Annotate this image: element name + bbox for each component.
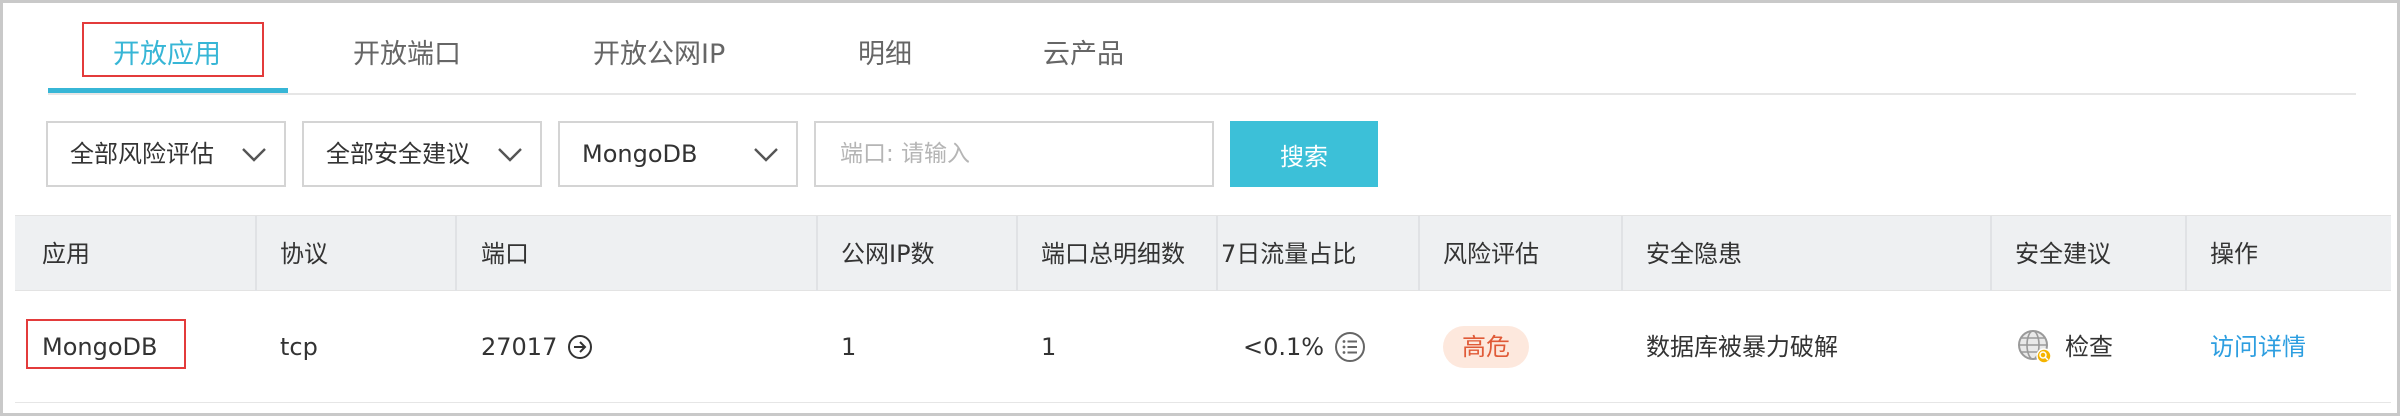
col-divider bbox=[1016, 216, 1018, 292]
tab-open-apps[interactable]: 开放应用 bbox=[113, 33, 221, 77]
cell-public-ip-count: 1 bbox=[841, 333, 857, 361]
col-hazard: 安全隐患 bbox=[1646, 240, 1742, 268]
tab-open-ports[interactable]: 开放端口 bbox=[353, 33, 461, 77]
tab-cloud-products[interactable]: 云产品 bbox=[1043, 33, 1124, 77]
col-divider bbox=[1216, 216, 1218, 292]
col-port: 端口 bbox=[481, 240, 529, 268]
cell-advice[interactable]: 检查 bbox=[2015, 291, 2113, 403]
col-protocol: 协议 bbox=[280, 240, 328, 268]
cell-hazard: 数据库被暴力破解 bbox=[1646, 333, 1838, 361]
col-app: 应用 bbox=[42, 240, 90, 268]
risk-badge-high: 高危 bbox=[1443, 326, 1529, 368]
col-divider bbox=[2185, 216, 2187, 292]
tab-open-public-ip[interactable]: 开放公网IP bbox=[593, 33, 725, 77]
cell-app: MongoDB bbox=[42, 333, 158, 361]
cell-port: 27017 bbox=[481, 291, 593, 403]
cell-advice-label: 检查 bbox=[2065, 333, 2113, 361]
col-divider bbox=[816, 216, 818, 292]
view-details-link[interactable]: 访问详情 bbox=[2210, 291, 2306, 403]
active-tab-indicator bbox=[48, 88, 288, 93]
list-detail-icon[interactable] bbox=[1334, 331, 1366, 363]
chevron-down-icon bbox=[498, 148, 522, 162]
panel-frame: 开放应用 开放端口 开放公网IP 明细 云产品 全部风险评估 全部安全建议 Mo… bbox=[0, 0, 2400, 416]
risk-eval-value: 全部风险评估 bbox=[70, 140, 214, 168]
app-type-value: MongoDB bbox=[582, 140, 698, 168]
col-divider bbox=[1418, 216, 1420, 292]
port-search-input[interactable] bbox=[814, 121, 1214, 187]
cell-port-value: 27017 bbox=[481, 333, 558, 361]
cell-protocol: tcp bbox=[280, 333, 318, 361]
chevron-down-icon bbox=[754, 148, 778, 162]
security-advice-value: 全部安全建议 bbox=[326, 140, 470, 168]
arrow-circle-right-icon[interactable] bbox=[567, 334, 593, 360]
col-public-ip-count: 公网IP数 bbox=[841, 240, 935, 268]
col-divider bbox=[1621, 216, 1623, 292]
table-row: MongoDB tcp 27017 1 1 <0.1% 高危 数据库被暴力破解 … bbox=[15, 291, 2391, 403]
col-port-detail-count: 端口总明细数 bbox=[1041, 240, 1185, 268]
chevron-down-icon bbox=[242, 148, 266, 162]
col-traffic-ratio: 7日流量占比 bbox=[1221, 240, 1357, 268]
col-advice: 安全建议 bbox=[2015, 240, 2111, 268]
col-action: 操作 bbox=[2210, 240, 2258, 268]
table-header: 应用 协议 端口 公网IP数 端口总明细数 7日流量占比 风险评估 安全隐患 安… bbox=[15, 215, 2391, 292]
col-divider bbox=[255, 216, 257, 292]
cell-traffic-ratio: <0.1% bbox=[1243, 291, 1366, 403]
tab-bar: 开放应用 开放端口 开放公网IP 明细 云产品 bbox=[48, 3, 2356, 95]
cell-port-detail-count: 1 bbox=[1041, 333, 1057, 361]
col-risk: 风险评估 bbox=[1443, 240, 1539, 268]
cell-traffic-ratio-value: <0.1% bbox=[1243, 333, 1325, 361]
globe-check-icon bbox=[2018, 330, 2052, 364]
col-divider bbox=[1990, 216, 1992, 292]
search-button[interactable]: 搜索 bbox=[1230, 121, 1378, 187]
tab-details[interactable]: 明细 bbox=[858, 33, 912, 77]
risk-eval-select[interactable]: 全部风险评估 bbox=[46, 121, 286, 187]
security-advice-select[interactable]: 全部安全建议 bbox=[302, 121, 542, 187]
app-type-select[interactable]: MongoDB bbox=[558, 121, 798, 187]
col-divider bbox=[455, 216, 457, 292]
